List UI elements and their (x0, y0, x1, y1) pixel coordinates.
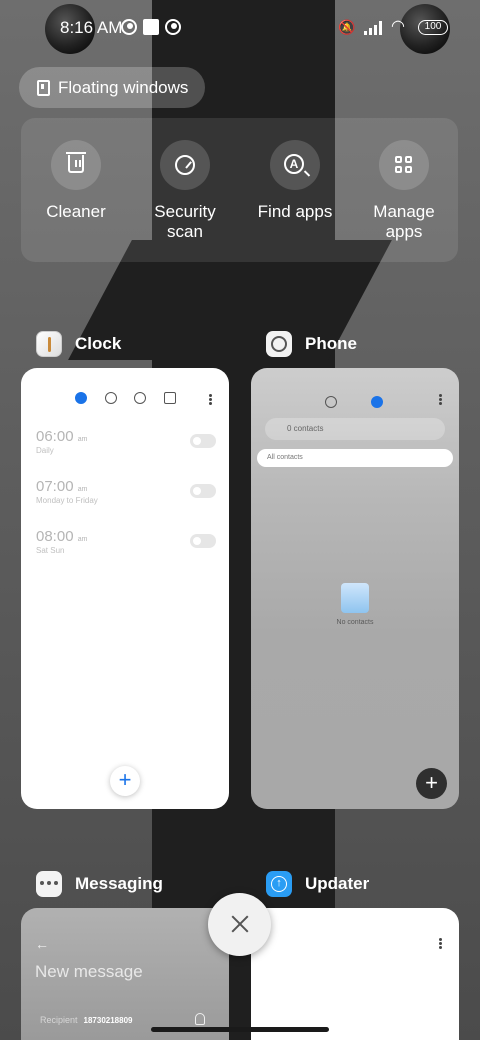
find-apps-button[interactable]: A Find apps (245, 140, 345, 222)
tool-label: Manage apps (373, 202, 435, 241)
home-indicator[interactable] (151, 1027, 329, 1032)
clock-app-header[interactable]: Clock (36, 331, 121, 357)
clock-tabs (21, 392, 229, 406)
clock-app-card[interactable]: 06:00 am Daily 07:00 am Monday to Friday… (21, 368, 229, 809)
alarm-time: 06:00 (36, 428, 74, 445)
security-scan-button[interactable]: Security scan (135, 140, 235, 242)
recipient-number: 18730218809 (83, 1016, 133, 1025)
cleaner-button[interactable]: Cleaner (26, 140, 126, 222)
phone-app-card[interactable]: 0 contacts All contacts No contacts + (251, 368, 459, 809)
signal-icon (364, 20, 386, 35)
tool-label: Cleaner (46, 202, 106, 221)
new-message-title: New message (35, 962, 143, 981)
messaging-app-header[interactable]: Messaging (36, 871, 163, 897)
mute-icon: 🔕 (338, 19, 356, 35)
notification-square-icon (143, 19, 159, 35)
contact-picker-icon[interactable] (195, 1013, 205, 1025)
clock-app-icon (36, 331, 62, 357)
wifi-icon: ◠ (391, 18, 405, 35)
gauge-icon (175, 155, 195, 175)
alarm-tab-icon[interactable] (75, 392, 87, 404)
app-notification-icon (165, 19, 181, 35)
alarm-repeat: Monday to Friday (36, 496, 98, 505)
alarm-time: 07:00 (36, 478, 74, 495)
app-name: Phone (305, 334, 357, 353)
floating-windows-label: Floating windows (58, 77, 189, 97)
contacts-tab-icon[interactable] (371, 396, 383, 408)
messaging-app-icon (36, 871, 62, 897)
call-log-tab-icon[interactable] (325, 396, 337, 408)
back-arrow-icon[interactable]: ← (35, 936, 49, 952)
data-saver-icon (121, 19, 137, 35)
add-contact-button[interactable]: + (416, 768, 447, 799)
app-name: Clock (75, 334, 122, 353)
app-name: Updater (305, 874, 370, 893)
alarm-toggle[interactable] (190, 534, 216, 548)
alarm-row[interactable]: 06:00 am Daily (36, 428, 216, 458)
contacts-filter[interactable]: All contacts (257, 449, 453, 467)
tool-label: Security scan (154, 202, 216, 241)
alarm-toggle[interactable] (190, 434, 216, 448)
trash-icon (66, 152, 86, 173)
grid-icon (395, 156, 413, 174)
more-options-icon[interactable] (439, 942, 442, 945)
recipient-field[interactable]: Recipient 18730218809 (40, 1015, 132, 1025)
alarm-time: 08:00 (36, 528, 74, 545)
add-alarm-button[interactable]: + (110, 766, 140, 796)
updater-app-card[interactable] (251, 908, 459, 1040)
app-name: Messaging (75, 874, 163, 893)
floating-window-icon (37, 79, 50, 96)
status-time: 8:16 AM (60, 18, 123, 37)
phone-app-header[interactable]: Phone (266, 331, 357, 357)
app-search-icon: A (284, 154, 304, 174)
timer-tab-icon[interactable] (164, 392, 176, 404)
clear-all-button[interactable] (208, 893, 271, 956)
floating-windows-button[interactable]: Floating windows (19, 67, 206, 108)
updater-app-header[interactable]: ↑ Updater (266, 871, 369, 897)
alarm-row[interactable]: 07:00 am Monday to Friday (36, 478, 216, 508)
messaging-app-card[interactable]: ← New message Recipient 18730218809 (21, 908, 229, 1040)
contacts-search-input[interactable]: 0 contacts (265, 418, 445, 440)
manage-apps-button[interactable]: Manage apps (354, 140, 454, 242)
alarm-toggle[interactable] (190, 484, 216, 498)
status-bar: 8:16 AM 🔕 ◠ 100 (0, 0, 480, 56)
empty-state-text: No contacts (336, 619, 374, 626)
alarm-repeat: Sat Sun (36, 546, 65, 555)
more-options-icon[interactable] (209, 398, 212, 401)
alarm-repeat: Daily (36, 446, 54, 455)
quick-tools-panel: Cleaner Security scan A Find apps Manage… (21, 118, 458, 262)
updater-app-icon: ↑ (266, 871, 292, 897)
clock-tab-icon[interactable] (105, 392, 117, 404)
battery-icon: 100 (418, 20, 448, 35)
more-options-icon[interactable] (439, 398, 442, 401)
contact-card-icon (341, 583, 369, 613)
phone-app-icon (266, 331, 292, 357)
tool-label: Find apps (257, 202, 333, 221)
alarm-row[interactable]: 08:00 am Sat Sun (36, 528, 216, 558)
stopwatch-tab-icon[interactable] (134, 392, 146, 404)
